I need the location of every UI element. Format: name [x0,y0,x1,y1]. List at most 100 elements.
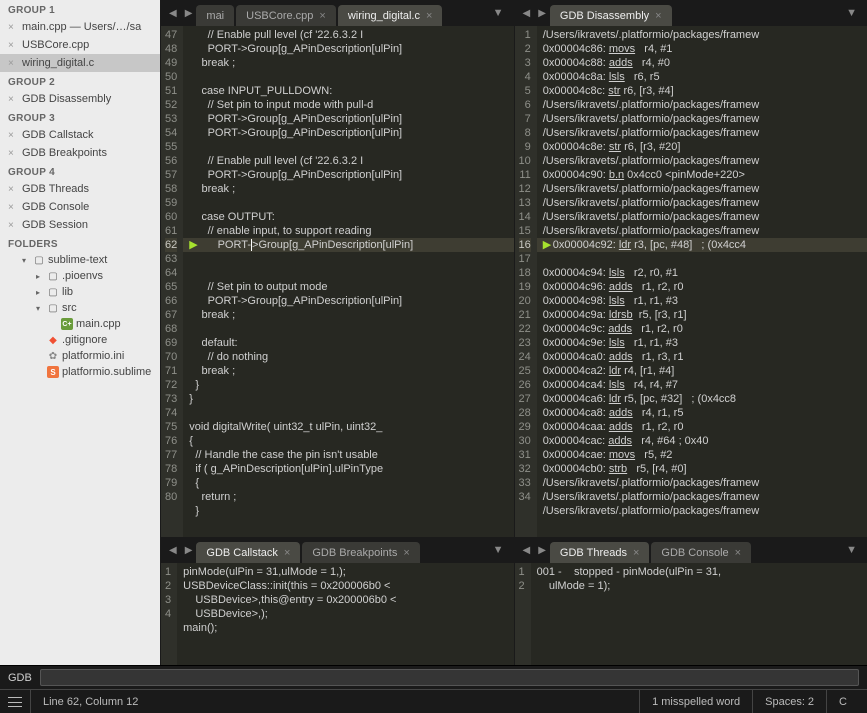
close-icon[interactable]: × [8,148,18,159]
group-header: GROUP 4 [0,162,160,180]
close-icon[interactable]: × [655,10,661,22]
tab-label: USBCore.cpp [246,10,313,22]
file-label: GDB Session [22,219,88,231]
cpp-icon: C+ [61,318,73,330]
folder-icon: ▢ [47,302,59,314]
tree-item[interactable]: Splatformio.sublime [0,364,160,380]
editor-pane-2: ◀▶GDB Disassembly× ▼ 123456789101112131415… [514,0,867,537]
file-label: GDB Disassembly [22,93,111,105]
gutter[interactable]: 1234567891011121314151617181920212223242… [515,26,537,537]
close-icon[interactable]: × [426,10,432,22]
status-spaces[interactable]: Spaces: 2 [752,690,826,713]
tab[interactable]: USBCore.cpp × [236,5,336,26]
close-icon[interactable]: × [8,220,18,231]
tree-item[interactable]: ▸▢lib [0,284,160,300]
tab-next-icon[interactable]: ▶ [534,545,550,556]
tab[interactable]: GDB Callstack × [196,542,300,563]
tab[interactable]: GDB Console× [651,542,751,563]
close-icon[interactable]: × [8,94,18,105]
code-area[interactable]: 001 - stopped - pinMode(ulPin = 31, ulMo… [531,563,867,665]
tab-prev-icon[interactable]: ◀ [165,8,181,19]
close-icon[interactable]: × [8,184,18,195]
sublime-icon: S [47,366,59,378]
sidebar: GROUP 1×main.cpp — Users/…/sa×USBCore.cp… [0,0,160,665]
gdb-label: GDB [8,672,32,684]
tab-menu-icon[interactable]: ▼ [840,544,863,556]
tab-menu-icon[interactable]: ▼ [487,7,510,19]
group-header: GROUP 2 [0,72,160,90]
open-file-item[interactable]: × USBCore.cpp [0,36,160,54]
tab[interactable]: GDB Threads × [550,542,650,563]
close-icon[interactable]: × [319,10,325,22]
close-icon[interactable]: × [8,40,18,51]
status-lang[interactable]: C [826,690,859,713]
tab[interactable]: mai [196,5,234,26]
file-label: USBCore.cpp [22,39,89,51]
git-icon: ◆ [47,334,59,346]
tree-label: platformio.sublime [62,366,151,378]
close-icon[interactable]: × [8,130,18,141]
tab-next-icon[interactable]: ▶ [181,545,197,556]
close-icon[interactable]: × [8,58,18,69]
open-file-item[interactable]: × GDB Disassembly [0,90,160,108]
code-area[interactable]: pinMode(ulPin = 31,ulMode = 1,); USBDevi… [177,563,513,665]
tab[interactable]: GDB Breakpoints × [302,542,419,563]
file-label: GDB Threads [22,183,89,195]
tree-label: main.cpp [76,318,121,330]
close-icon[interactable]: × [633,547,639,559]
disclosure-icon[interactable]: ▾ [36,304,44,313]
file-label: GDB Console [22,201,89,213]
open-file-item[interactable]: ×GDB Breakpoints [0,144,160,162]
close-icon[interactable]: × [735,547,741,559]
status-spell[interactable]: 1 misspelled word [639,690,752,713]
tab-prev-icon[interactable]: ◀ [519,8,535,19]
disclosure-icon[interactable]: ▸ [36,272,44,281]
code-area[interactable]: // Enable pull level (cf '22.6.3.2 I POR… [183,26,513,537]
gdb-input[interactable] [40,669,859,686]
tab-menu-icon[interactable]: ▼ [487,544,510,556]
tree-item[interactable]: ▸▢.pioenvs [0,268,160,284]
close-icon[interactable]: × [8,22,18,33]
gutter[interactable]: 12 [515,563,531,665]
close-icon[interactable]: × [284,547,290,559]
tree-label: platformio.ini [62,350,124,362]
folder-icon: ▢ [47,286,59,298]
file-label: GDB Callstack [22,129,94,141]
disclosure-icon[interactable]: ▸ [36,288,44,297]
tree-item[interactable]: ◆.gitignore [0,332,160,348]
tree-item[interactable]: ▾▢sublime-text [0,252,160,268]
open-file-item[interactable]: × GDB Console [0,198,160,216]
file-label: wiring_digital.c [22,57,94,69]
menu-icon[interactable] [8,697,22,707]
gutter[interactable]: 1234 [161,563,177,665]
tab[interactable]: GDB Disassembly× [550,5,672,26]
tree-item[interactable]: ▾▢src [0,300,160,316]
close-icon[interactable]: × [403,547,409,559]
folder-icon: ▢ [33,254,45,266]
tab-label: GDB Breakpoints [312,547,397,559]
status-position[interactable]: Line 62, Column 12 [30,690,150,713]
tab-prev-icon[interactable]: ◀ [165,545,181,556]
close-icon[interactable]: × [8,202,18,213]
tree-label: .pioenvs [62,270,103,282]
tree-item[interactable]: C+main.cpp [0,316,160,332]
open-file-item[interactable]: ×main.cpp — Users/…/sa [0,18,160,36]
tree-item[interactable]: ✿platformio.ini [0,348,160,364]
disclosure-icon[interactable]: ▾ [22,256,30,265]
open-file-item[interactable]: × GDB Threads [0,180,160,198]
tab[interactable]: wiring_digital.c× [338,5,443,26]
open-file-item[interactable]: × wiring_digital.c [0,54,160,72]
open-file-item[interactable]: × GDB Callstack [0,126,160,144]
tab-label: GDB Callstack [206,547,278,559]
gutter[interactable]: 4748495051525354555657585960616263646566… [161,26,183,537]
tab-next-icon[interactable]: ▶ [534,8,550,19]
folder-icon: ▢ [47,270,59,282]
tab-label: GDB Threads [560,547,627,559]
open-file-item[interactable]: × GDB Session [0,216,160,234]
tree-label: lib [62,286,73,298]
tree-label: .gitignore [62,334,107,346]
tab-next-icon[interactable]: ▶ [181,8,197,19]
code-area[interactable]: /Users/ikravets/.platformio/packages/fra… [537,26,867,537]
tab-prev-icon[interactable]: ◀ [519,545,535,556]
tab-menu-icon[interactable]: ▼ [840,7,863,19]
